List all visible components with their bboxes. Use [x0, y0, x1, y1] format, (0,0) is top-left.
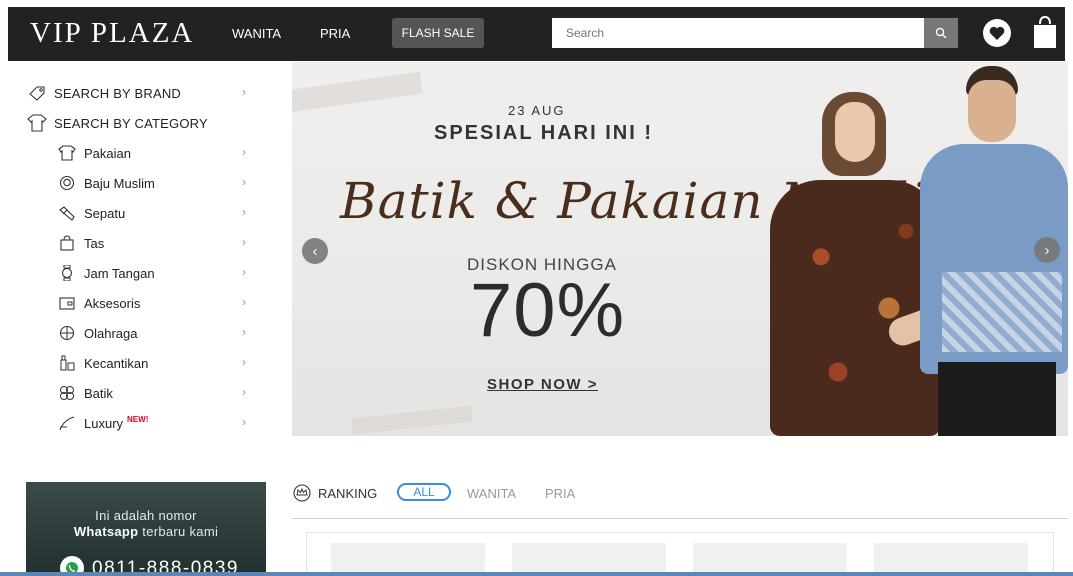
sidebar-item-label: Kecantikan [84, 355, 149, 371]
carousel-next-button[interactable]: › [1034, 237, 1060, 263]
banner-headline: SPESIAL HARI INI ! [434, 122, 653, 144]
sidebar-item-label: Luxury [84, 415, 124, 431]
chevron-right-icon: › [242, 385, 246, 399]
whatsapp-line1: Ini adalah nomor [95, 508, 197, 523]
chevron-right-icon: › [242, 145, 246, 159]
sidebar-item-label: Batik [84, 385, 113, 401]
tab-pria[interactable]: PRIA [545, 486, 575, 501]
hero-banner[interactable]: 23 AUG SPESIAL HARI INI ! Batik & Pakaia… [292, 62, 1068, 436]
ranking-header: RANKING [292, 482, 377, 504]
model-face [968, 80, 1016, 142]
bag-icon [56, 234, 78, 252]
tab-wanita[interactable]: WANITA [467, 486, 516, 501]
shirt-pattern [942, 272, 1062, 352]
ball-icon [56, 324, 78, 342]
flash-sale-button[interactable]: FLASH SALE [392, 18, 484, 48]
whatsapp-promo[interactable]: Ini adalah nomor Whatsapp terbaru kami 0… [26, 482, 266, 576]
ranking-title: RANKING [318, 485, 378, 501]
sidebar-item-luxury[interactable]: Luxury NEW! › [26, 408, 262, 438]
shirt-icon [26, 114, 48, 132]
sidebar-item-jam-tangan[interactable]: Jam Tangan › [26, 258, 262, 288]
carousel-prev-button[interactable]: ‹ [302, 238, 328, 264]
sidebar-item-label: Sepatu [84, 205, 126, 221]
tag-icon [26, 84, 48, 102]
search-by-category-label: SEARCH BY CATEGORY [54, 115, 208, 131]
hijab-icon [56, 174, 78, 192]
top-header: VIP PLAZA WANITA PRIA FLASH SALE [8, 7, 1065, 61]
model-pants [938, 362, 1056, 436]
chevron-right-icon: › [242, 85, 246, 99]
shirt-icon [56, 144, 78, 162]
search-input[interactable] [552, 18, 924, 48]
logo[interactable]: VIP PLAZA [30, 17, 194, 50]
search-by-category: SEARCH BY CATEGORY [26, 108, 262, 138]
watch-icon [56, 264, 78, 282]
wallet-icon [56, 294, 78, 312]
chevron-right-icon: › [242, 295, 246, 309]
banner-discount-value: 70% [470, 268, 626, 353]
sidebar-item-label: Baju Muslim [84, 175, 155, 191]
batik-icon [56, 384, 78, 402]
whatsapp-line2-rest: terbaru kami [138, 524, 219, 539]
taskbar-strip [0, 572, 1073, 576]
sidebar-item-label: Aksesoris [84, 295, 141, 311]
chevron-right-icon: › [242, 205, 246, 219]
chevron-right-icon: › [242, 265, 246, 279]
sidebar-item-label: Jam Tangan [84, 265, 155, 281]
shopping-bag-icon [1034, 15, 1056, 48]
new-badge: NEW! [127, 414, 149, 424]
sidebar-item-tas[interactable]: Tas › [26, 228, 262, 258]
nav-pria[interactable]: PRIA [320, 26, 350, 41]
banner-date: 23 AUG [508, 103, 566, 118]
luxury-icon [56, 414, 78, 432]
shoe-icon [56, 204, 78, 222]
sidebar-item-label: Tas [84, 235, 105, 251]
category-sidebar: SEARCH BY BRAND › SEARCH BY CATEGORY Pak… [26, 78, 262, 438]
shop-now-link[interactable]: SHOP NOW > [487, 376, 598, 393]
chevron-right-icon: › [1044, 241, 1050, 259]
ranking-product-list [306, 532, 1054, 576]
whatsapp-bold: Whatsapp [73, 524, 139, 539]
chevron-right-icon: › [242, 235, 246, 249]
heart-icon [983, 19, 1011, 47]
sidebar-item-olahraga[interactable]: Olahraga › [26, 318, 262, 348]
sidebar-item-label: Pakaian [84, 145, 131, 161]
sidebar-item-pakaian[interactable]: Pakaian › [26, 138, 262, 168]
chevron-right-icon: › [242, 415, 246, 429]
nav-wanita[interactable]: WANITA [232, 26, 281, 41]
search-button[interactable] [924, 18, 958, 48]
divider [292, 518, 1068, 519]
batik-pattern [770, 180, 940, 436]
chevron-left-icon: ‹ [312, 242, 318, 260]
model-face [835, 102, 875, 162]
sidebar-item-label: Olahraga [84, 325, 138, 341]
sidebar-item-batik[interactable]: Batik › [26, 378, 262, 408]
wishlist-button[interactable] [982, 18, 1012, 48]
sidebar-item-aksesoris[interactable]: Aksesoris › [26, 288, 262, 318]
brush-stroke-decoration [292, 71, 423, 115]
sidebar-item-kecantikan[interactable]: Kecantikan › [26, 348, 262, 378]
sidebar-item-sepatu[interactable]: Sepatu › [26, 198, 262, 228]
search-by-brand[interactable]: SEARCH BY BRAND › [26, 78, 262, 108]
cart-button[interactable] [1030, 14, 1060, 50]
search-by-brand-label: SEARCH BY BRAND [54, 85, 182, 101]
chevron-right-icon: › [242, 175, 246, 189]
sidebar-item-baju-muslim[interactable]: Baju Muslim › [26, 168, 262, 198]
crown-icon [293, 484, 311, 502]
chevron-right-icon: › [242, 355, 246, 369]
whatsapp-line2: Whatsapp terbaru kami [26, 524, 266, 539]
tab-all[interactable]: ALL [397, 483, 451, 501]
cosmetics-icon [56, 354, 78, 372]
chevron-right-icon: › [242, 325, 246, 339]
search-icon [935, 27, 947, 39]
brush-stroke-decoration [351, 405, 473, 435]
